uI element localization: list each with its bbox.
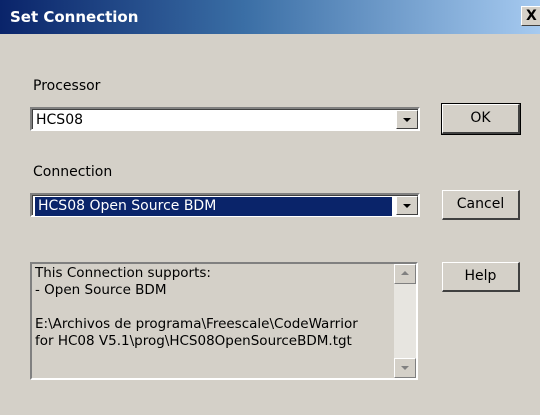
ok-button[interactable]: OK <box>441 103 521 135</box>
processor-label: Processor <box>33 78 101 94</box>
window-title: Set Connection <box>10 8 139 26</box>
close-button[interactable]: X <box>521 6 540 26</box>
connection-dropdown-button[interactable] <box>396 196 418 215</box>
processor-value: HCS08 <box>36 112 84 128</box>
scroll-up-icon <box>401 271 409 275</box>
connection-value: HCS08 Open Source BDM <box>35 197 392 216</box>
chevron-down-icon <box>403 204 411 208</box>
info-line: E:\Archivos de programa\Freescale\CodeWa… <box>35 316 358 332</box>
connection-info-text: This Connection supports: - Open Source … <box>35 265 391 350</box>
title-bar: Set Connection X <box>0 0 540 34</box>
info-scrollbar[interactable] <box>394 264 416 378</box>
connection-select[interactable]: HCS08 Open Source BDM <box>30 193 420 217</box>
processor-select[interactable]: HCS08 <box>30 107 420 131</box>
info-line: for HC08 V5.1\prog\HCS08OpenSourceBDM.tg… <box>35 333 352 349</box>
info-line: - Open Source BDM <box>35 282 167 298</box>
processor-dropdown-button[interactable] <box>396 110 418 129</box>
close-icon: X <box>526 8 537 24</box>
info-line: This Connection supports: <box>35 265 211 281</box>
scroll-down-icon <box>401 366 409 370</box>
connection-label: Connection <box>33 164 113 180</box>
connection-info-box[interactable]: This Connection supports: - Open Source … <box>30 262 418 380</box>
info-line <box>35 299 391 316</box>
cancel-button[interactable]: Cancel <box>442 190 520 220</box>
help-button[interactable]: Help <box>442 262 520 292</box>
chevron-down-icon <box>403 118 411 122</box>
scroll-down-button[interactable] <box>394 358 416 378</box>
scroll-up-button[interactable] <box>394 264 416 284</box>
